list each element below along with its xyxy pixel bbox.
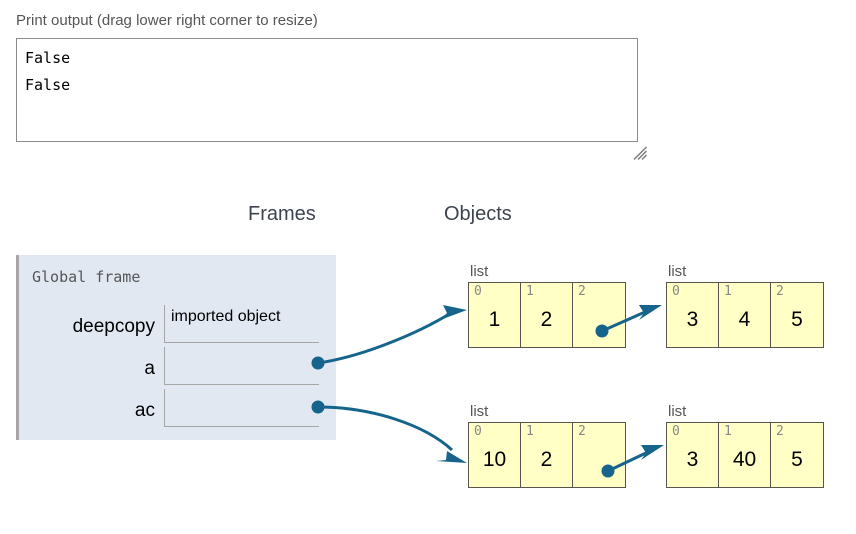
list-cell: 1 40 — [719, 423, 771, 487]
list-object-ac-inner: list 0 3 1 40 2 5 — [666, 403, 824, 488]
cell-value: 5 — [791, 448, 803, 471]
cell-index: 2 — [776, 424, 784, 439]
cell-value: 3 — [686, 448, 699, 471]
cell-index: 1 — [724, 424, 732, 439]
cell-value: 10 — [482, 448, 507, 471]
list-cell: 1 2 — [521, 283, 573, 347]
list-cell: 1 4 — [719, 283, 771, 347]
cell-index: 1 — [526, 284, 534, 299]
frames-column-heading: Frames — [248, 203, 316, 225]
list-cell: 0 1 — [469, 283, 521, 347]
variable-name-deepcopy: deepcopy — [72, 316, 155, 337]
cell-index: 0 — [672, 284, 680, 299]
list-cell: 0 3 — [667, 423, 719, 487]
list-cell: 1 2 — [521, 423, 573, 487]
list-table: 0 1 1 2 2 — [468, 282, 626, 348]
cell-value: 1 — [488, 308, 501, 331]
cell-index: 0 — [474, 424, 482, 439]
object-type-label: list — [668, 403, 687, 420]
cell-value: 4 — [738, 308, 751, 331]
list-table: 0 3 1 40 2 5 — [666, 422, 824, 488]
cell-value: 40 — [732, 448, 757, 471]
global-frame-title: Global frame — [32, 268, 141, 286]
list-cell: 0 10 — [469, 423, 521, 487]
list-cell: 2 5 — [771, 423, 823, 487]
variable-value-deepcopy: imported object — [164, 305, 319, 343]
variable-row-ac: ac — [16, 387, 319, 427]
resize-grip-icon[interactable] — [632, 145, 648, 161]
list-cell: 2 5 — [771, 283, 823, 347]
object-type-label: list — [668, 263, 687, 280]
cell-value: 5 — [791, 308, 803, 331]
print-output-textarea[interactable]: False False — [16, 38, 638, 142]
variable-value-ac — [164, 389, 319, 427]
cell-value: 2 — [540, 448, 553, 471]
print-output-text: False False — [25, 49, 71, 94]
list-cell: 2 — [573, 283, 625, 347]
variable-value-a — [164, 347, 319, 385]
cell-index: 1 — [526, 424, 534, 439]
list-cell: 2 — [573, 423, 625, 487]
object-type-label: list — [470, 263, 489, 280]
print-output-label: Print output (drag lower right corner to… — [16, 12, 318, 29]
cell-index: 2 — [776, 284, 784, 299]
list-cell: 0 3 — [667, 283, 719, 347]
cell-index: 0 — [474, 284, 482, 299]
list-table: 0 10 1 2 2 — [468, 422, 626, 488]
list-object-a-inner: list 0 3 1 4 2 5 — [666, 263, 824, 348]
variable-row-deepcopy: deepcopy imported object — [16, 303, 319, 343]
cell-value: 3 — [686, 308, 699, 331]
list-object-ac-outer: list 0 10 1 2 2 — [468, 403, 626, 488]
variable-name-a: a — [144, 358, 155, 379]
list-table: 0 3 1 4 2 5 — [666, 282, 824, 348]
variable-row-a: a — [16, 345, 319, 385]
cell-index: 2 — [578, 424, 586, 439]
list-object-a-outer: list 0 1 1 2 2 — [468, 263, 626, 348]
variable-value-text-deepcopy: imported object — [171, 308, 281, 325]
cell-index: 0 — [672, 424, 680, 439]
cell-index: 2 — [578, 284, 586, 299]
variable-name-ac: ac — [134, 400, 155, 421]
cell-value: 2 — [540, 308, 553, 331]
objects-column-heading: Objects — [444, 203, 512, 225]
object-type-label: list — [470, 403, 489, 420]
cell-index: 1 — [724, 284, 732, 299]
